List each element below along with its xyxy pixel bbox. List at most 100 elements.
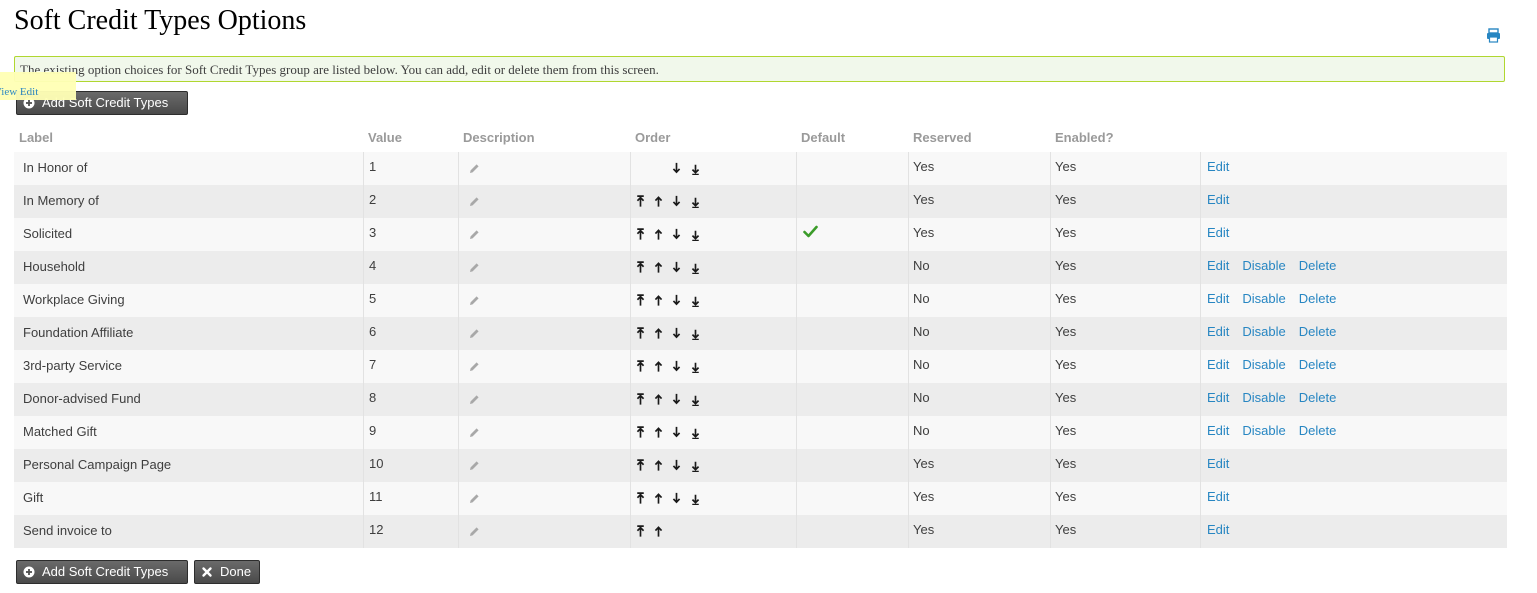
edit-link[interactable]: Edit [1207, 159, 1229, 174]
move-to-top-icon[interactable] [636, 294, 645, 307]
move-up-icon[interactable] [654, 195, 663, 208]
move-up-icon[interactable] [654, 525, 663, 538]
move-to-bottom-icon[interactable] [691, 228, 700, 241]
header-default[interactable]: Default [801, 129, 845, 152]
move-to-bottom-icon[interactable] [691, 294, 700, 307]
move-to-top-icon[interactable] [636, 492, 645, 505]
header-value[interactable]: Value [368, 129, 402, 152]
edit-link[interactable]: Edit [1207, 357, 1229, 372]
edit-link[interactable]: Edit [1207, 192, 1229, 207]
pencil-icon[interactable] [469, 262, 480, 273]
move-down-icon[interactable] [672, 360, 681, 373]
disable-link[interactable]: Disable [1242, 291, 1285, 306]
disable-link[interactable]: Disable [1242, 324, 1285, 339]
move-to-bottom-icon[interactable] [691, 393, 700, 406]
edit-link[interactable]: Edit [1207, 291, 1229, 306]
move-down-icon[interactable] [672, 162, 681, 175]
move-up-icon[interactable] [654, 393, 663, 406]
move-down-icon[interactable] [672, 459, 681, 472]
move-to-top-icon[interactable] [636, 426, 645, 439]
edit-link[interactable]: Edit [1207, 489, 1229, 504]
header-label[interactable]: Label [19, 129, 53, 152]
disable-link[interactable]: Disable [1242, 258, 1285, 273]
move-up-icon[interactable] [654, 360, 663, 373]
move-down-icon[interactable] [672, 492, 681, 505]
move-up-icon[interactable] [654, 228, 663, 241]
move-to-top-icon[interactable] [636, 459, 645, 472]
move-down-icon[interactable] [672, 327, 681, 340]
column-separator [908, 218, 909, 251]
pencil-icon[interactable] [469, 460, 480, 471]
move-to-top-icon[interactable] [636, 195, 645, 208]
move-to-top-icon[interactable] [636, 393, 645, 406]
pencil-icon[interactable] [469, 163, 480, 174]
column-separator [630, 152, 631, 185]
pencil-icon[interactable] [469, 526, 480, 537]
move-to-bottom-icon[interactable] [691, 261, 700, 274]
add-soft-credit-types-button-bottom[interactable]: Add Soft Credit Types [16, 560, 188, 584]
pencil-icon[interactable] [469, 394, 480, 405]
pencil-icon[interactable] [469, 229, 480, 240]
header-reserved[interactable]: Reserved [913, 129, 972, 152]
plus-circle-icon [23, 566, 35, 578]
row-value: 3 [369, 225, 377, 240]
edit-link[interactable]: Edit [1207, 522, 1229, 537]
move-to-bottom-icon[interactable] [691, 426, 700, 439]
pencil-icon[interactable] [469, 427, 480, 438]
move-to-top-icon[interactable] [636, 360, 645, 373]
delete-link[interactable]: Delete [1299, 258, 1337, 273]
move-to-top-icon[interactable] [636, 327, 645, 340]
row-enabled: Yes [1055, 357, 1077, 372]
print-icon[interactable] [1486, 28, 1501, 43]
move-down-icon[interactable] [672, 195, 681, 208]
move-up-icon[interactable] [654, 294, 663, 307]
move-down-icon[interactable] [672, 228, 681, 241]
row-label: Donor-advised Fund [23, 391, 141, 406]
edit-link[interactable]: Edit [1207, 456, 1229, 471]
move-up-icon[interactable] [654, 459, 663, 472]
move-up-icon[interactable] [654, 327, 663, 340]
column-separator [908, 251, 909, 284]
disable-link[interactable]: Disable [1242, 390, 1285, 405]
move-to-top-icon[interactable] [636, 228, 645, 241]
delete-link[interactable]: Delete [1299, 390, 1337, 405]
move-up-icon[interactable] [654, 492, 663, 505]
delete-link[interactable]: Delete [1299, 357, 1337, 372]
disable-link[interactable]: Disable [1242, 423, 1285, 438]
move-down-icon[interactable] [672, 426, 681, 439]
edit-link[interactable]: Edit [1207, 225, 1229, 240]
move-to-top-icon[interactable] [636, 525, 645, 538]
move-to-bottom-icon[interactable] [691, 162, 700, 175]
delete-link[interactable]: Delete [1299, 423, 1337, 438]
header-enabled[interactable]: Enabled? [1055, 129, 1114, 152]
edit-link[interactable]: Edit [1207, 258, 1229, 273]
move-to-bottom-icon[interactable] [691, 360, 700, 373]
pencil-icon[interactable] [469, 361, 480, 372]
move-down-icon[interactable] [672, 294, 681, 307]
move-up-icon[interactable] [654, 426, 663, 439]
delete-link[interactable]: Delete [1299, 324, 1337, 339]
header-description[interactable]: Description [463, 129, 535, 152]
pencil-icon[interactable] [469, 196, 480, 207]
pencil-icon[interactable] [469, 328, 480, 339]
move-to-bottom-icon[interactable] [691, 195, 700, 208]
edit-link[interactable]: Edit [1207, 390, 1229, 405]
column-separator [796, 449, 797, 482]
move-to-top-icon[interactable] [636, 261, 645, 274]
move-down-icon[interactable] [672, 261, 681, 274]
move-to-bottom-icon[interactable] [691, 327, 700, 340]
move-to-bottom-icon[interactable] [691, 492, 700, 505]
pencil-icon[interactable] [469, 493, 480, 504]
move-to-bottom-icon[interactable] [691, 459, 700, 472]
disable-link[interactable]: Disable [1242, 357, 1285, 372]
delete-link[interactable]: Delete [1299, 291, 1337, 306]
move-up-icon[interactable] [654, 261, 663, 274]
edit-link[interactable]: Edit [1207, 423, 1229, 438]
move-down-icon[interactable] [672, 393, 681, 406]
row-label: Matched Gift [23, 424, 97, 439]
edit-link[interactable]: Edit [1207, 324, 1229, 339]
header-order[interactable]: Order [635, 129, 670, 152]
pencil-icon[interactable] [469, 295, 480, 306]
done-button[interactable]: Done [194, 560, 260, 584]
table-row: Donor-advised Fund 8 No Yes Edit Disable Delet… [14, 383, 1507, 416]
